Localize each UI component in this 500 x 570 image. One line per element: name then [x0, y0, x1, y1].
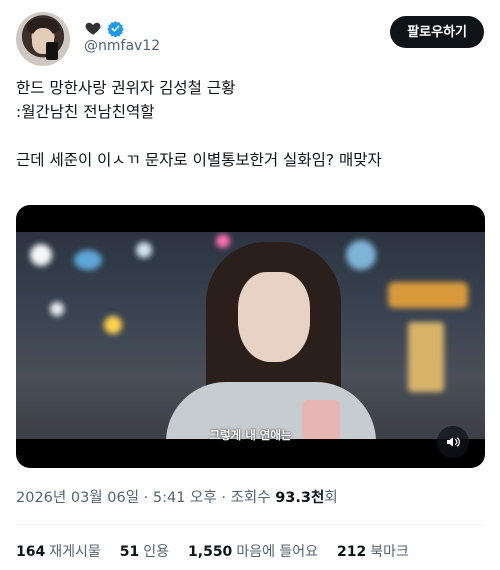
- bokeh-sign: [388, 282, 468, 308]
- video-subtitle: 그렇게 내 연애는: [209, 428, 292, 442]
- stat-bookmarks[interactable]: 212 북마크: [337, 541, 409, 561]
- tweet-date[interactable]: 2026년 03월 06일: [16, 490, 139, 506]
- verified-badge-icon: [107, 20, 124, 37]
- stat-label: 인용: [143, 544, 170, 560]
- views-count: 93.3천: [275, 490, 325, 506]
- bokeh-sign: [408, 322, 444, 392]
- stat-likes[interactable]: 1,550 마음에 들어요: [188, 541, 318, 561]
- stat-value: 1,550: [188, 544, 233, 560]
- tweet-header: @nmfav12 팔로우하기: [16, 10, 484, 66]
- stat-reposts[interactable]: 164 재게시물: [16, 541, 101, 561]
- tweet-text: 한드 망한사랑 권위자 김성철 근황 :월간남친 전남친역할 근데 세준이 이ㅅ…: [16, 79, 382, 169]
- stat-value: 212: [337, 544, 367, 560]
- divider: [16, 524, 484, 525]
- stat-label: 재게시물: [49, 544, 101, 560]
- tweet-time[interactable]: 5:41 오후: [153, 490, 217, 506]
- stat-label: 마음에 들어요: [236, 544, 319, 560]
- display-name[interactable]: [84, 18, 124, 38]
- avatar-phone: [46, 42, 58, 60]
- follow-button[interactable]: 팔로우하기: [390, 16, 484, 48]
- black-heart-icon: [85, 22, 101, 35]
- bokeh-light: [74, 250, 102, 270]
- avatar[interactable]: [16, 12, 70, 66]
- views-label: 조회수: [230, 490, 271, 506]
- bokeh-light: [104, 316, 122, 334]
- video-person: [166, 242, 376, 439]
- stat-value: 51: [119, 544, 140, 560]
- video-frame[interactable]: [16, 232, 485, 439]
- bokeh-light: [30, 244, 52, 266]
- engagement-stats: 164 재게시물 51 인용 1,550 마음에 들어요 212 북마크: [16, 541, 428, 561]
- stat-label: 북마크: [370, 544, 409, 560]
- user-handle[interactable]: @nmfav12: [84, 38, 160, 54]
- tweet-meta: 2026년 03월 06일 · 5:41 오후 · 조회수 93.3천회: [16, 486, 338, 507]
- volume-button[interactable]: [437, 426, 469, 458]
- bokeh-light: [50, 302, 64, 316]
- bokeh-light: [136, 242, 152, 258]
- meta-separator: ·: [143, 490, 149, 506]
- views-suffix: 회: [324, 490, 338, 506]
- stat-value: 164: [16, 544, 46, 560]
- speaker-icon: [447, 437, 460, 447]
- person-face: [238, 272, 310, 362]
- meta-separator: ·: [221, 490, 226, 506]
- tweet-video[interactable]: 그렇게 내 연애는: [16, 205, 485, 468]
- stat-quotes[interactable]: 51 인용: [120, 541, 169, 561]
